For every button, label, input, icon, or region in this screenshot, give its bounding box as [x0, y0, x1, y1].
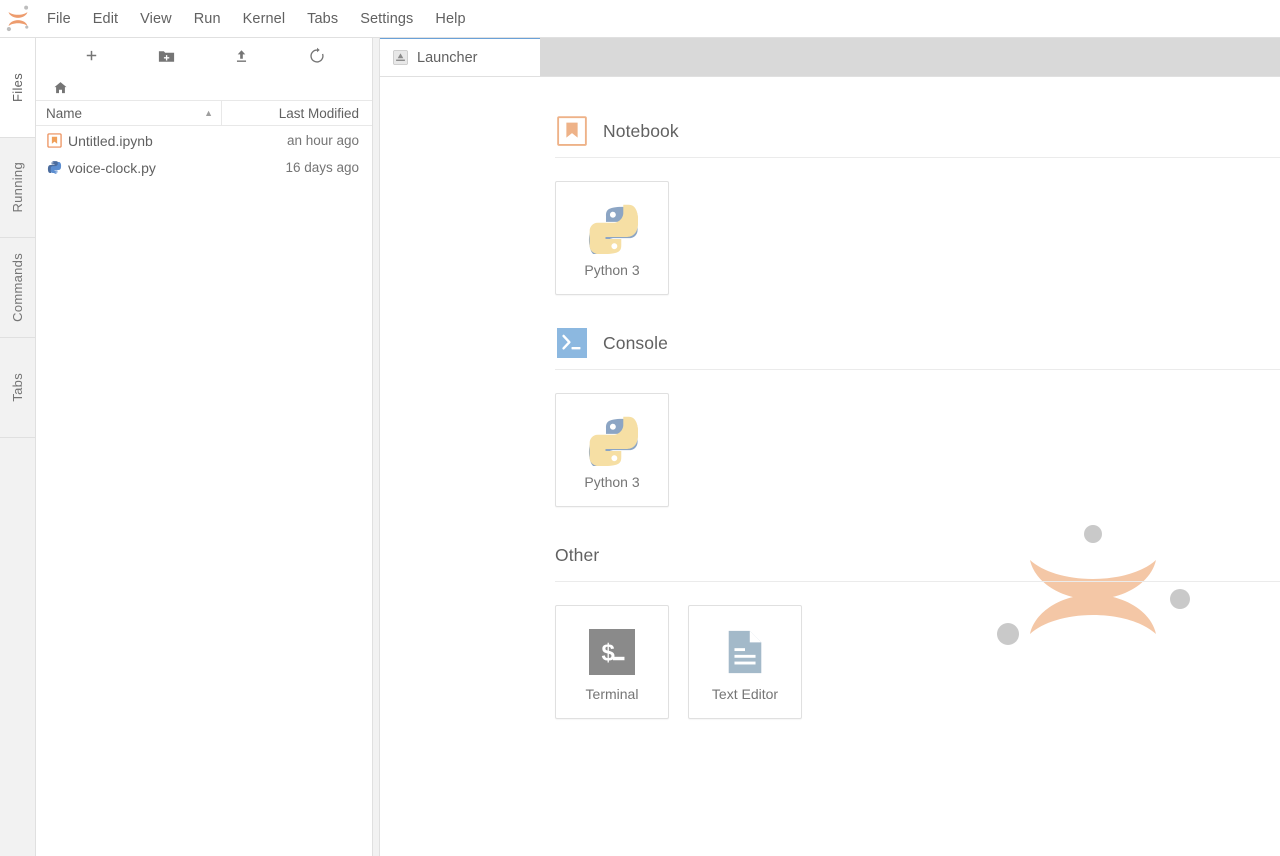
list-item[interactable]: Untitled.ipynb an hour ago [36, 127, 372, 154]
file-browser-toolbar [36, 38, 372, 74]
console-icon-glyph [557, 328, 587, 358]
refresh-icon [309, 47, 324, 63]
menu-item-file[interactable]: File [36, 0, 82, 38]
file-list: Untitled.ipynb an hour ago voice-clock.p… [36, 126, 372, 856]
launcher-icon-glyph [393, 50, 408, 65]
menu-item-view[interactable]: View [129, 0, 183, 38]
launcher-card-label: Terminal [585, 686, 639, 702]
upload-icon [236, 49, 247, 62]
python-file-icon-glyph [47, 161, 61, 174]
tab-launcher[interactable]: Launcher [380, 37, 540, 76]
launcher-card-notebook-python3[interactable]: Python 3 [555, 181, 669, 295]
list-item[interactable]: voice-clock.py 16 days ago [36, 154, 372, 181]
home-icon [54, 81, 67, 93]
sidebar-item-commands-label: Commands [10, 253, 25, 322]
body-area: Files Running Commands Tabs Name ▲ Last … [0, 37, 1280, 856]
sidebar-item-files[interactable]: Files [0, 38, 35, 138]
menu-item-list: File Edit View Run Kernel Tabs Settings … [36, 0, 477, 38]
menu-item-settings[interactable]: Settings [349, 0, 424, 38]
notebook-icon [36, 133, 66, 148]
launcher-section-notebook-header: Notebook [555, 109, 1280, 153]
notebook-icon-glyph [46, 133, 62, 148]
list-item-modified: 16 days ago [285, 160, 359, 175]
list-item-modified: an hour ago [286, 133, 359, 148]
main-dock-area: Launcher Notebook Python 3 Console Pytho… [380, 37, 1280, 856]
breadcrumb [36, 74, 372, 100]
menu-item-tabs[interactable]: Tabs [296, 0, 349, 38]
file-browser-panel: Name ▲ Last Modified Untitled.ipynb an h… [36, 38, 373, 856]
launcher-card-console-python3[interactable]: Python 3 [555, 393, 669, 507]
sidebar-item-running-label: Running [10, 162, 25, 213]
text-editor-icon [722, 622, 768, 682]
console-icon [555, 326, 589, 360]
menu-item-help[interactable]: Help [424, 0, 476, 38]
tab-launcher-label: Launcher [417, 49, 478, 66]
notebook-icon-glyph [557, 116, 587, 146]
launcher-card-label: Python 3 [584, 474, 640, 490]
launcher-section-notebook-title: Notebook [603, 120, 679, 141]
left-sidebar-tab-strip: Files Running Commands Tabs [0, 38, 36, 856]
sort-ascending-icon: ▲ [204, 107, 213, 118]
terminal-icon-glyph: $ [589, 629, 635, 675]
notebook-icon [555, 114, 589, 148]
upload-button[interactable] [228, 44, 256, 68]
menu-item-edit[interactable]: Edit [82, 0, 129, 38]
breadcrumb-home-item[interactable] [53, 80, 68, 95]
launcher-content: Notebook Python 3 Console Python 3 Other… [380, 109, 1280, 745]
python-icon [586, 410, 638, 470]
launcher-other-cards: $ Terminal Text Editor [555, 582, 1280, 745]
column-header-name[interactable]: Name ▲ [36, 101, 222, 125]
launcher-notebook-cards: Python 3 [555, 158, 1280, 321]
jupyterlab-window: File Edit View Run Kernel Tabs Settings … [0, 0, 1280, 856]
menu-bar: File Edit View Run Kernel Tabs Settings … [0, 0, 1280, 38]
dock-tab-bar: Launcher [380, 37, 1280, 77]
launcher-section-notebook: Notebook Python 3 [555, 109, 1280, 321]
new-launcher-button[interactable] [78, 44, 106, 68]
launcher-section-console-title: Console [603, 332, 668, 353]
jupyter-logo-icon [6, 5, 29, 31]
sidebar-item-tabs-label: Tabs [10, 373, 25, 402]
sidebar-strip-filler [0, 438, 35, 856]
sidebar-item-files-label: Files [10, 73, 25, 102]
launcher-section-other-title: Other [555, 544, 600, 565]
sidebar-item-tabs[interactable]: Tabs [0, 338, 35, 438]
plus-icon [86, 50, 97, 60]
new-folder-button[interactable] [153, 44, 181, 68]
svg-text:$: $ [601, 640, 614, 667]
file-list-header: Name ▲ Last Modified [36, 100, 372, 126]
menu-item-kernel[interactable]: Kernel [232, 0, 297, 38]
launcher-icon [393, 50, 408, 65]
sidebar-item-commands[interactable]: Commands [0, 238, 35, 338]
launcher-card-text-editor[interactable]: Text Editor [688, 605, 802, 719]
launcher-section-other: Other $ Terminal Text Editor [555, 533, 1280, 745]
column-header-last-modified[interactable]: Last Modified [222, 101, 372, 125]
terminal-icon: $ [589, 622, 635, 682]
list-item-name: Untitled.ipynb [68, 132, 153, 149]
launcher-section-console: Console Python 3 [555, 321, 1280, 533]
launcher-card-terminal[interactable]: $ Terminal [555, 605, 669, 719]
text-editor-icon-glyph [728, 630, 762, 674]
list-item-name: voice-clock.py [68, 159, 156, 176]
python-icon [586, 198, 638, 258]
menu-item-run[interactable]: Run [183, 0, 232, 38]
python-file-icon [36, 160, 66, 175]
jupyter-logo [0, 0, 36, 38]
launcher-panel: Notebook Python 3 Console Python 3 Other… [380, 77, 1280, 856]
python-icon-glyph [588, 416, 638, 466]
launcher-section-other-header: Other [555, 533, 1280, 577]
column-header-name-label: Name [46, 105, 83, 121]
launcher-card-label: Python 3 [584, 262, 640, 278]
refresh-button[interactable] [303, 44, 331, 68]
launcher-card-label: Text Editor [711, 686, 779, 702]
column-header-last-modified-label: Last Modified [278, 105, 359, 121]
new-folder-icon [158, 50, 175, 62]
sidebar-splitter-handle[interactable] [373, 38, 380, 856]
sidebar-item-running[interactable]: Running [0, 138, 35, 238]
python-icon-glyph [588, 204, 638, 254]
launcher-section-console-header: Console [555, 321, 1280, 365]
launcher-console-cards: Python 3 [555, 370, 1280, 533]
